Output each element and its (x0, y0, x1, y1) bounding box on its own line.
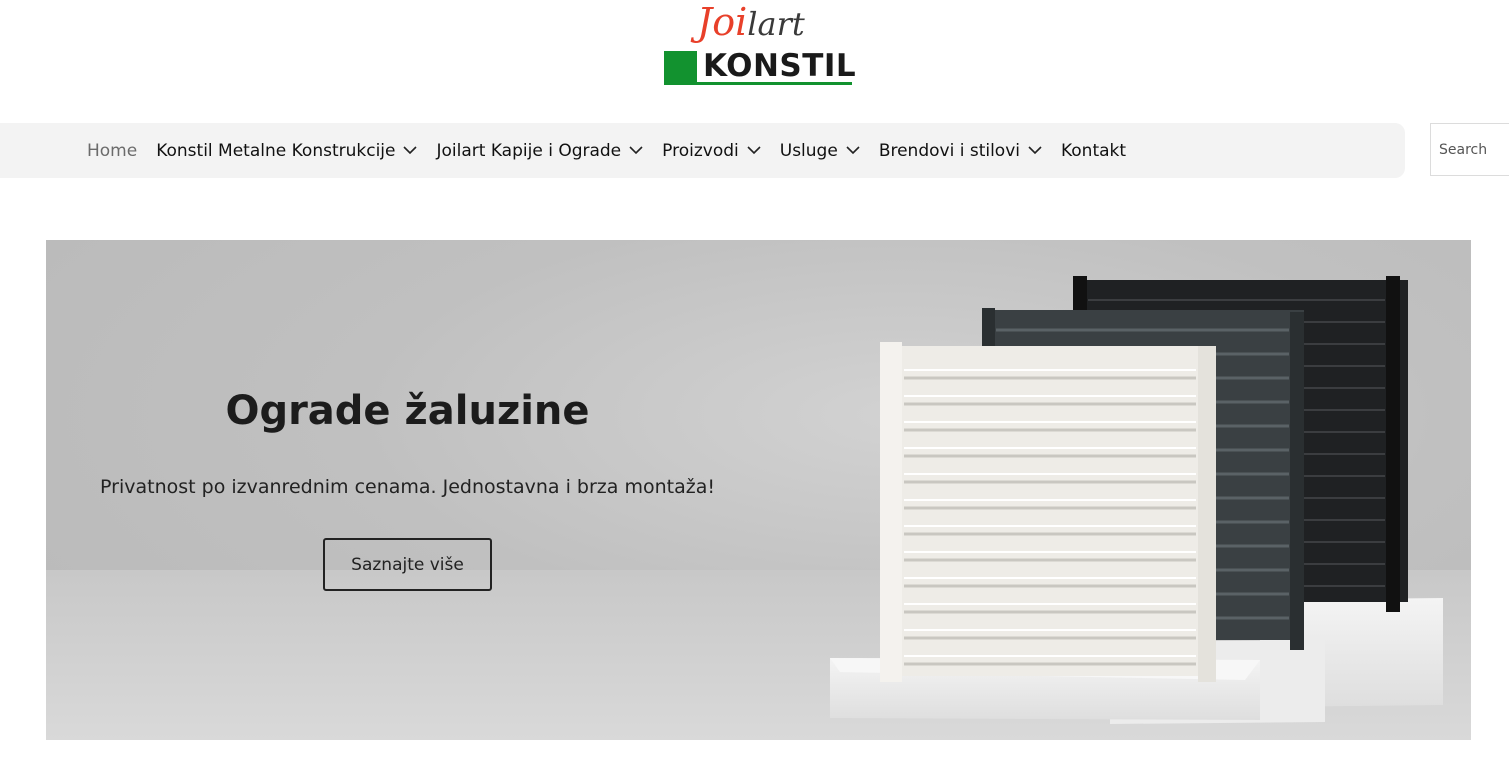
nav-item-label: Konstil Metalne Konstrukcije (156, 140, 396, 161)
nav-item-label: Home (87, 140, 138, 161)
louver-fence-panels-image (830, 276, 1443, 724)
logo-underline (664, 82, 852, 85)
nav-item-proizvodi[interactable]: Proizvodi (662, 141, 761, 161)
nav-item-konstil-metalne-konstrukcije[interactable]: Konstil Metalne Konstrukcije (156, 140, 418, 161)
nav-item-joilart-kapije-i-ograde[interactable]: Joilart Kapije i Ograde (436, 141, 643, 161)
nav-item-kontakt[interactable]: Kontakt (1061, 141, 1126, 161)
hero-subtitle: Privatnost po izvanrednim cenama. Jednos… (100, 476, 715, 498)
nav-item-label: Joilart Kapije i Ograde (436, 140, 622, 161)
search-input[interactable] (1431, 124, 1509, 175)
nav-item-label: Usluge (779, 140, 838, 161)
chevron-down-icon (846, 146, 860, 155)
nav-item-brendovi-i-stilovi[interactable]: Brendovi i stilovi (879, 141, 1042, 161)
logo-green-square (664, 51, 697, 82)
chevron-down-icon (403, 146, 418, 155)
nav-menu: Home Konstil Metalne Konstrukcije Joilar… (87, 123, 1145, 178)
nav-item-usluge[interactable]: Usluge (780, 141, 860, 161)
main-navigation: Home Konstil Metalne Konstrukcije Joilar… (0, 123, 1405, 178)
nav-item-home[interactable]: Home (87, 141, 137, 161)
nav-item-label: Proizvodi (662, 140, 739, 161)
hero-title: Ograde žaluzine (225, 388, 590, 434)
logo-brand-text: KONSTIL (703, 48, 857, 84)
hero-banner: Ograde žaluzine Privatnost po izvanredni… (46, 240, 1471, 740)
site-logo[interactable]: Joilart KONSTIL (663, 0, 857, 86)
chevron-down-icon (1028, 146, 1042, 155)
logo-wordmark-joilart: Joilart (697, 0, 805, 46)
nav-item-label: Kontakt (1060, 140, 1127, 161)
search-box (1430, 123, 1509, 176)
nav-item-label: Brendovi i stilovi (878, 140, 1020, 161)
logo-jo-text: Joi (697, 0, 748, 44)
learn-more-button[interactable]: Saznajte više (323, 538, 492, 591)
chevron-down-icon (629, 146, 643, 155)
logo-art-text: lart (747, 5, 805, 43)
chevron-down-icon (747, 146, 761, 155)
